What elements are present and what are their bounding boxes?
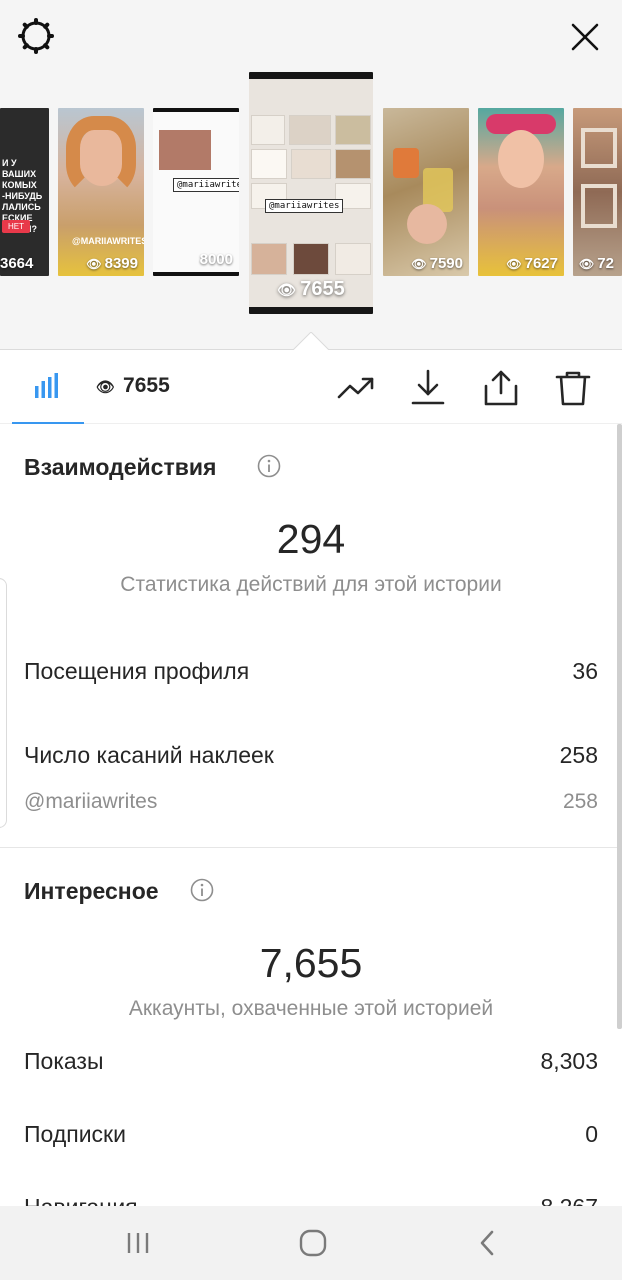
story-thumbnail[interactable]: 👁 7590 (383, 108, 469, 276)
interactions-caption: Статистика действий для этой истории (120, 573, 502, 596)
thumbnail-views: 👁 8399 (86, 255, 138, 272)
eye-icon: 👁 (86, 257, 102, 271)
discovery-total: 7,655 (259, 940, 363, 986)
system-nav-bar (0, 1206, 622, 1280)
thumbnail-views: 8000 (199, 251, 233, 268)
story-thumbnail[interactable]: @mariiawrites 8000 (153, 108, 239, 276)
eye-icon: 👁 (96, 379, 116, 396)
discovery-title: Интересное (24, 878, 159, 904)
info-icon[interactable] (190, 878, 214, 902)
close-icon[interactable] (564, 16, 606, 58)
sticker-taps-label: Число касаний наклеек (24, 742, 274, 768)
back-icon[interactable] (470, 1226, 506, 1260)
eye-icon: 👁 (411, 257, 427, 271)
insights-panel: Взаимодействия 294 Статистика действий д… (0, 424, 622, 1206)
recent-apps-icon[interactable] (120, 1226, 156, 1260)
story-thumbnail[interactable]: @MARIIAWRITES 👁 8399 (58, 108, 144, 276)
eye-icon: 👁 (579, 257, 595, 271)
tab-viewers[interactable]: 👁 7655 (96, 374, 170, 398)
gear-icon[interactable] (16, 16, 56, 56)
trend-icon[interactable] (336, 368, 376, 408)
drink-image (393, 148, 419, 178)
interactions-title: Взаимодействия (24, 454, 217, 480)
hand-image (407, 204, 447, 244)
story-thumbnail-selected[interactable]: @mariiawrites 👁 7655 (249, 72, 373, 314)
bar-chart-icon (35, 373, 58, 398)
impressions-value: 8,303 (540, 1048, 598, 1074)
poll-button: НЕТ (2, 220, 30, 233)
frame-image (581, 184, 617, 228)
thumbnail-views: 👁 72 (579, 255, 614, 272)
share-icon[interactable] (481, 368, 521, 408)
thumbnail-views: 👁 7627 (506, 255, 558, 272)
info-icon[interactable] (257, 454, 281, 478)
thumbnail-views: 3664 (0, 255, 34, 272)
download-icon[interactable] (408, 368, 448, 408)
sticker-handle-label[interactable]: @mariiawrites (24, 790, 157, 814)
thumbnail-handle: @mariiawrites (173, 178, 239, 192)
story-thumbnail[interactable]: И У ВАШИХ КОМЫХ -НИБУДЬ ЛАЛИСЬ ЕСКИЕ АТА… (0, 108, 49, 276)
follows-value: 0 (585, 1121, 598, 1147)
thumbnail-views: 👁 7590 (411, 255, 463, 272)
navigation-value: 8,267 (540, 1194, 598, 1206)
discovery-caption: Аккаунты, охваченные этой историей (128, 997, 494, 1020)
tab-insights[interactable] (12, 350, 84, 424)
face-image (498, 130, 544, 188)
thumbnail-handle: @mariiawrites (265, 199, 344, 213)
selection-pointer (293, 332, 329, 350)
thumbnail-handle: @MARIIAWRITES (72, 236, 144, 246)
story-thumbnail[interactable]: 👁 7627 (478, 108, 564, 276)
eye-icon: 👁 (277, 282, 297, 299)
home-icon[interactable] (295, 1226, 331, 1260)
hair-image (66, 116, 136, 196)
profile-visits-label: Посещения профиля (24, 658, 250, 684)
thumbnail-views: 👁 7655 (277, 278, 345, 300)
navigation-label: Навигация (24, 1194, 138, 1206)
scrollbar[interactable] (617, 424, 622, 1029)
profile-visits-value: 36 (572, 658, 598, 684)
sticker-taps-value: 258 (559, 742, 598, 768)
story-toolbar: 👁 7655 (0, 350, 622, 424)
section-divider (0, 847, 617, 848)
collage-image (249, 109, 373, 285)
story-strip-area: И У ВАШИХ КОМЫХ -НИБУДЬ ЛАЛИСЬ ЕСКИЕ АТА… (0, 0, 622, 350)
delete-icon[interactable] (553, 368, 593, 408)
story-thumbnail[interactable]: 👁 72 (573, 108, 622, 276)
frame-image (581, 128, 617, 168)
follows-label: Подписки (24, 1121, 126, 1147)
side-card-edge (0, 578, 7, 828)
impressions-label: Показы (24, 1048, 104, 1074)
photo-image (159, 130, 211, 170)
sticker-handle-value: 258 (562, 790, 598, 813)
interactions-total: 294 (276, 516, 346, 562)
eye-icon: 👁 (506, 257, 522, 271)
